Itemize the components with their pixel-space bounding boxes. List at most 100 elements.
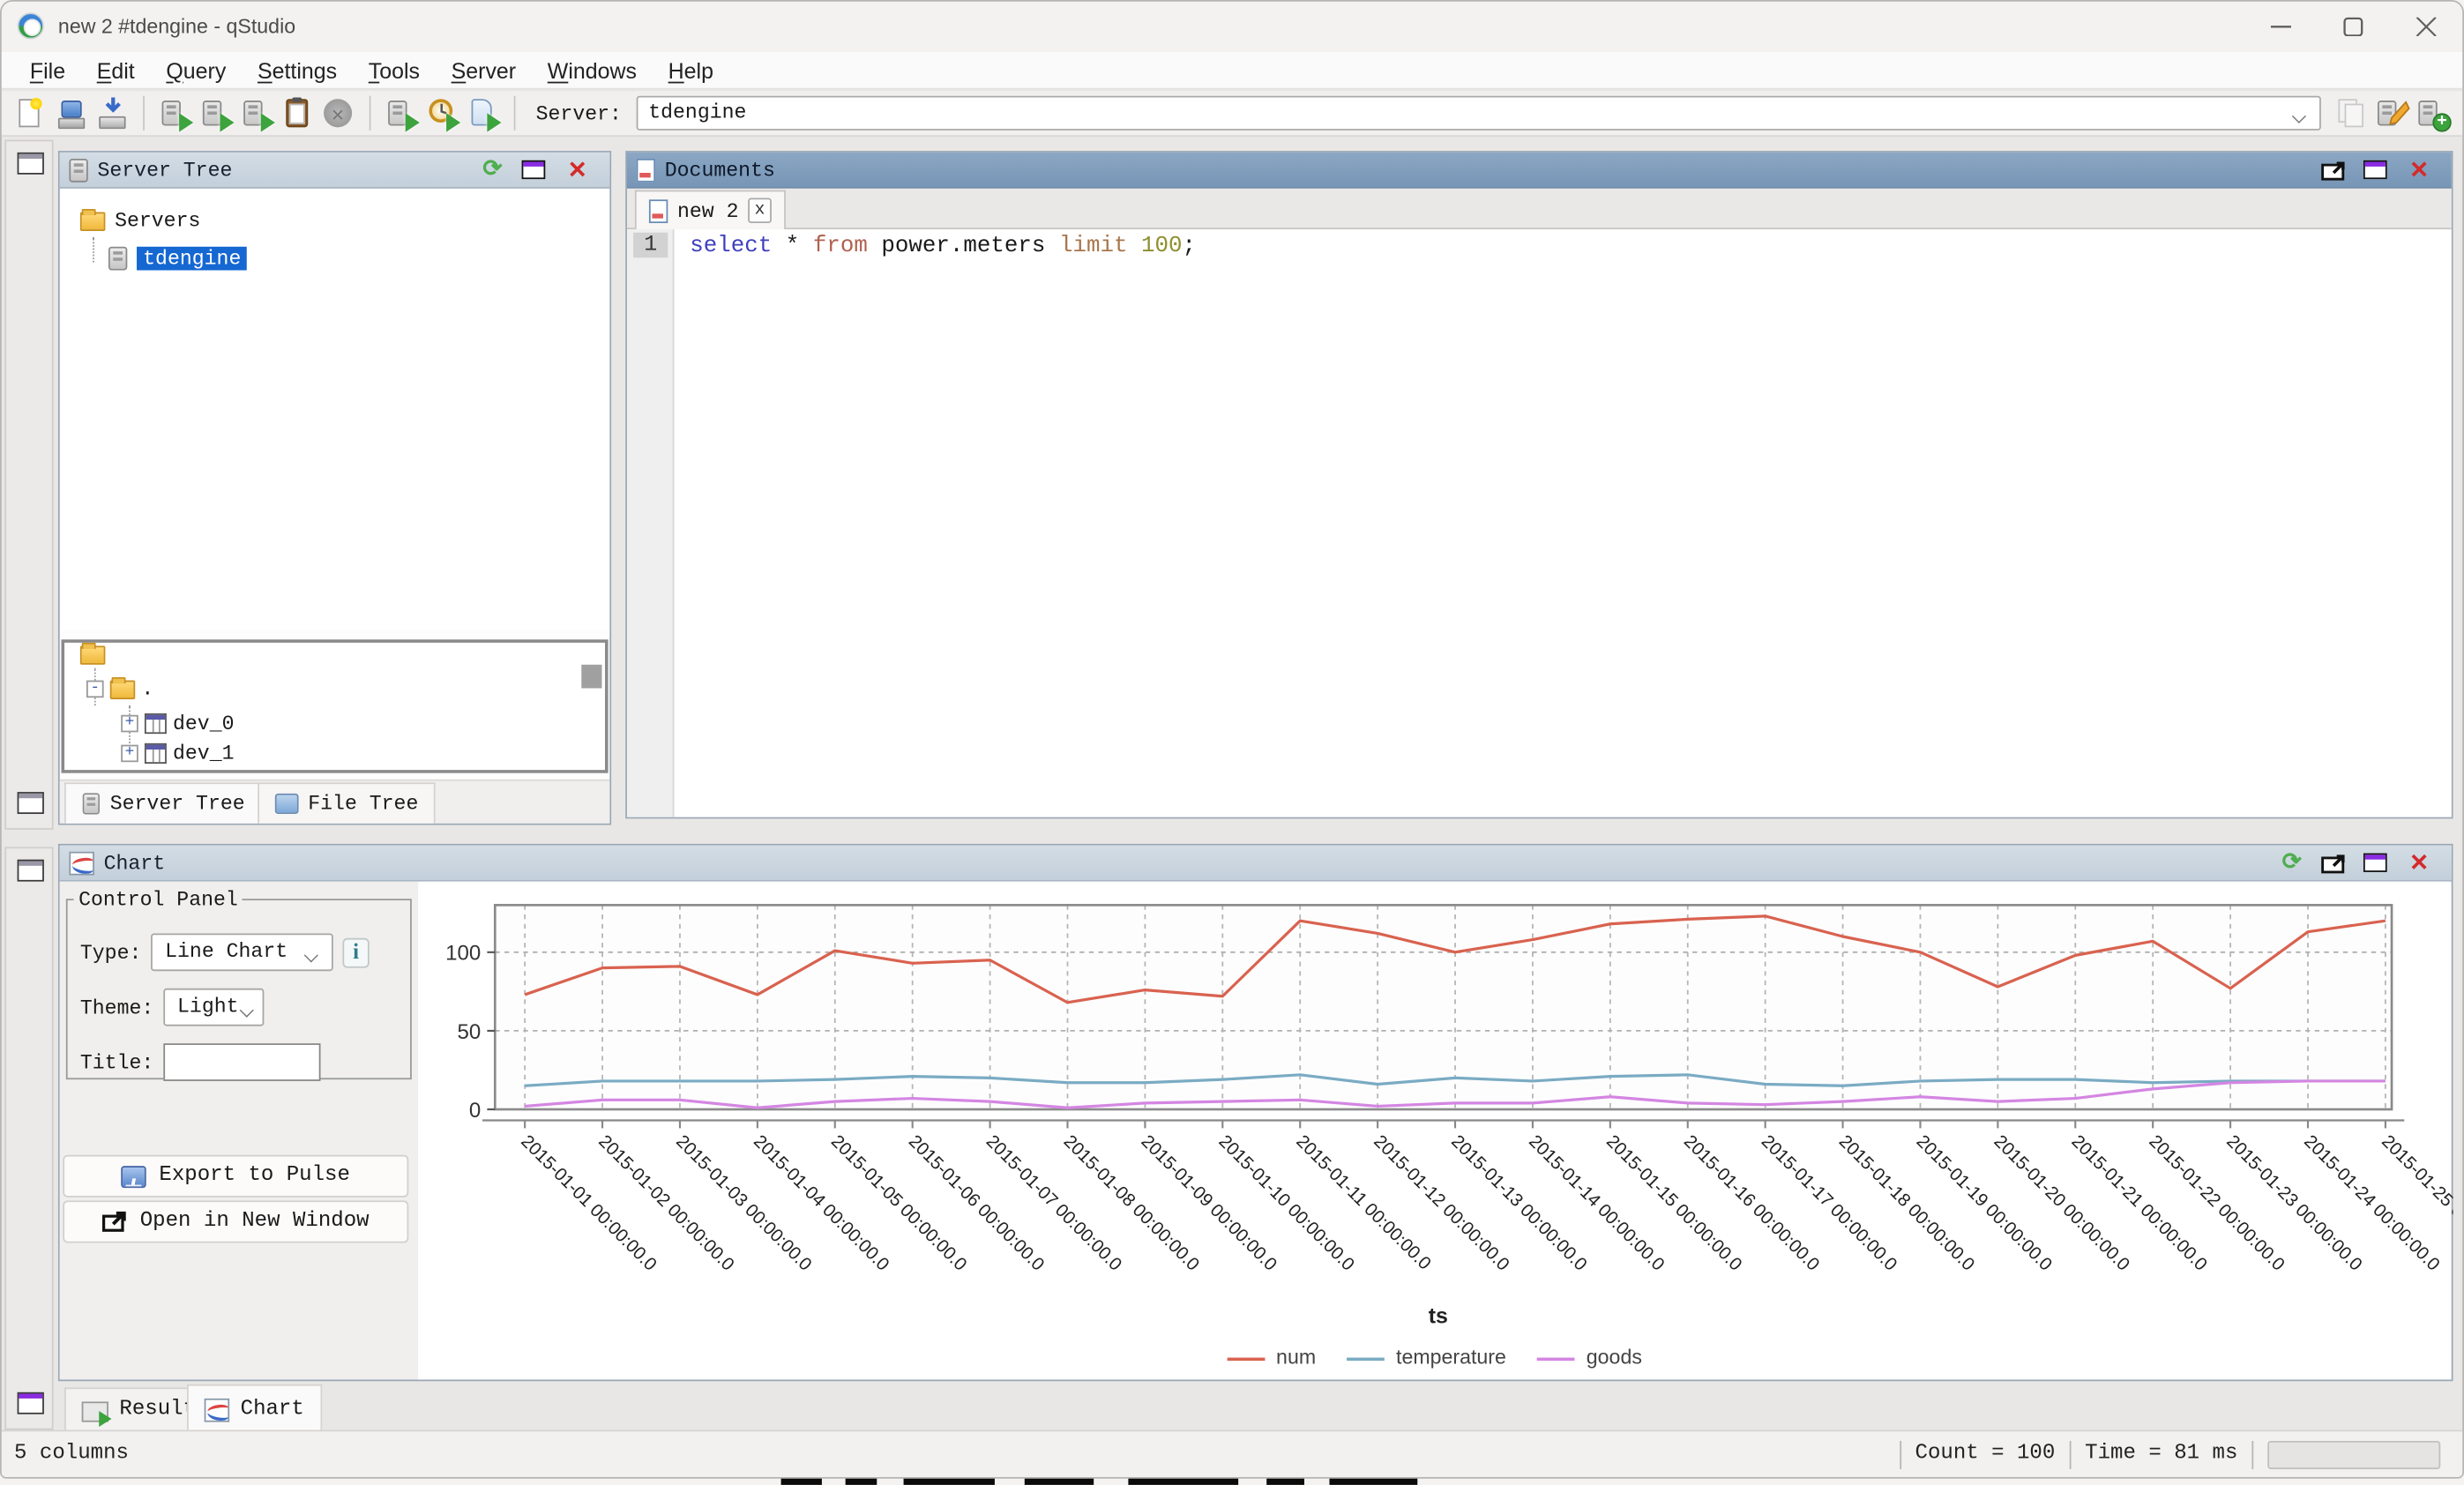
open-in-new-window-button[interactable]: Open in New Window	[63, 1200, 408, 1242]
x-tick-label: 2015-01-13 00:00:00.0	[1447, 1131, 1591, 1275]
file-tree-icon	[275, 794, 299, 814]
chart-title: Chart	[104, 851, 166, 875]
scrollbar-thumb[interactable]	[581, 665, 601, 689]
menu-item-server[interactable]: Server	[436, 54, 532, 86]
legend-item-num: num	[1228, 1345, 1316, 1369]
popout-icon[interactable]	[2321, 853, 2348, 879]
collapse-expander[interactable]: -	[86, 681, 104, 698]
dock-window-icon[interactable]	[18, 153, 44, 175]
edit-server-icon[interactable]	[2376, 97, 2408, 130]
progress-box	[2267, 1440, 2440, 1468]
status-time: Time = 81 ms	[2085, 1443, 2237, 1466]
chart-icon	[205, 1398, 230, 1422]
send-query-icon[interactable]	[385, 97, 418, 130]
maximize-panel-icon[interactable]	[2363, 160, 2387, 178]
stop-query-icon: ✕	[322, 97, 355, 130]
tab-server-tree[interactable]: Server Tree	[64, 782, 262, 823]
tab-new-2[interactable]: new 2 x	[635, 190, 786, 230]
chart-canvas[interactable]: 0501002015-01-01 00:00:00.02015-01-02 00…	[420, 882, 2450, 1378]
refresh-icon[interactable]: ⟳	[479, 156, 505, 183]
query-history-icon[interactable]	[426, 97, 459, 130]
tab-label: Server Tree	[110, 792, 245, 816]
popout-icon[interactable]	[2321, 160, 2348, 186]
control-panel-legend: Control Panel	[74, 888, 243, 912]
close-tab-icon[interactable]: x	[748, 198, 772, 224]
info-button[interactable]: i	[342, 937, 369, 967]
expand-expander[interactable]: +	[121, 745, 138, 763]
menu-item-tools[interactable]: Tools	[353, 54, 436, 86]
new-document-icon[interactable]	[14, 97, 47, 130]
add-server-icon[interactable]: +	[2417, 97, 2450, 130]
execute-line-icon[interactable]	[199, 97, 232, 130]
chart-title-input[interactable]	[163, 1043, 320, 1081]
menu-bar: FileEditQuerySettingsToolsServerWindowsH…	[2, 52, 2462, 90]
x-tick-label: 2015-01-06 00:00:00.0	[905, 1131, 1049, 1275]
x-tick-label: 2015-01-09 00:00:00.0	[1138, 1131, 1281, 1275]
execute-query-icon[interactable]	[159, 97, 191, 130]
dock-window-icon[interactable]	[18, 860, 44, 882]
tab-chart[interactable]: Chart	[187, 1384, 321, 1433]
dock-window-icon[interactable]	[18, 792, 44, 814]
run-script-icon[interactable]	[467, 97, 499, 130]
chevron-down-icon	[305, 949, 321, 959]
tree-node-servers[interactable]: Servers	[80, 209, 201, 233]
tree-node-label: .	[141, 677, 153, 701]
title-bar: new 2 #tdengine - qStudio	[2, 2, 2462, 52]
editor-gutter: 1	[627, 229, 674, 817]
folder-icon	[80, 645, 106, 664]
execute-selection-icon[interactable]	[241, 97, 273, 130]
refresh-icon[interactable]: ⟳	[2279, 849, 2305, 876]
menu-item-help[interactable]: Help	[653, 54, 729, 86]
minimize-button[interactable]	[2245, 2, 2318, 52]
sql-token: from	[813, 235, 868, 260]
close-panel-icon[interactable]: ✕	[2406, 156, 2432, 183]
tree-node-tdengine[interactable]: tdengine	[108, 247, 248, 271]
file-tree-node-dev0[interactable]: + dev_0	[121, 712, 234, 735]
chart-type-select[interactable]: Line Chart	[151, 933, 333, 971]
save-icon[interactable]	[96, 97, 129, 130]
sql-token: power.meters	[868, 235, 1059, 260]
maximize-panel-icon[interactable]	[522, 160, 546, 178]
file-tree-root[interactable]	[80, 645, 106, 664]
maximize-panel-icon[interactable]	[2363, 853, 2387, 871]
sql-editor[interactable]: 1 select * from power.meters limit 100;	[627, 229, 2452, 817]
button-label: Export to Pulse	[159, 1164, 350, 1188]
folder-icon	[110, 680, 136, 698]
menu-item-query[interactable]: Query	[151, 54, 243, 86]
x-tick-label: 2015-01-18 00:00:00.0	[1835, 1131, 1979, 1275]
control-panel-group: Control Panel Type: Line Chart i Theme: …	[66, 888, 412, 1079]
maximize-button[interactable]	[2318, 2, 2390, 52]
close-panel-icon[interactable]: ✕	[564, 156, 591, 183]
document-tab-strip: new 2 x	[627, 189, 2452, 229]
file-tree-node-dev1[interactable]: + dev_1	[121, 742, 234, 765]
x-tick-label: 2015-01-16 00:00:00.0	[1680, 1131, 1824, 1275]
server-select[interactable]: tdengine	[636, 96, 2321, 131]
document-icon	[637, 158, 655, 182]
svg-text:100: 100	[445, 942, 481, 966]
tab-file-tree[interactable]: File Tree	[258, 782, 436, 823]
server-icon	[83, 793, 100, 814]
expand-expander[interactable]: +	[121, 715, 138, 733]
x-tick-label: 2015-01-11 00:00:00.0	[1292, 1131, 1435, 1274]
copy-result-icon[interactable]	[281, 97, 314, 130]
x-tick-label: 2015-01-23 00:00:00.0	[2222, 1131, 2366, 1275]
sql-code-line: select * from power.meters limit 100;	[690, 235, 1196, 260]
close-panel-icon[interactable]: ✕	[2406, 849, 2432, 876]
export-to-pulse-button[interactable]: Export to Pulse	[63, 1155, 408, 1198]
open-file-icon[interactable]	[55, 97, 87, 130]
pulse-chart-icon	[122, 1165, 147, 1187]
theme-row: Theme: Light	[80, 989, 264, 1026]
menu-item-file[interactable]: File	[14, 54, 81, 86]
dock-window-icon[interactable]	[18, 1392, 44, 1414]
menu-item-settings[interactable]: Settings	[242, 54, 353, 86]
toolbar: ✕ Server: tdengine	[2, 91, 2462, 137]
status-count: Count = 100	[1915, 1443, 2056, 1466]
x-tick-label: 2015-01-22 00:00:00.0	[2145, 1131, 2289, 1275]
tree-connector	[93, 237, 94, 263]
file-tree-node-dot[interactable]: - .	[86, 677, 153, 701]
x-tick-label: 2015-01-03 00:00:00.0	[672, 1131, 816, 1275]
theme-select[interactable]: Light	[163, 989, 264, 1026]
menu-item-edit[interactable]: Edit	[81, 54, 151, 86]
close-button[interactable]	[2390, 2, 2462, 52]
menu-item-windows[interactable]: Windows	[532, 54, 653, 86]
